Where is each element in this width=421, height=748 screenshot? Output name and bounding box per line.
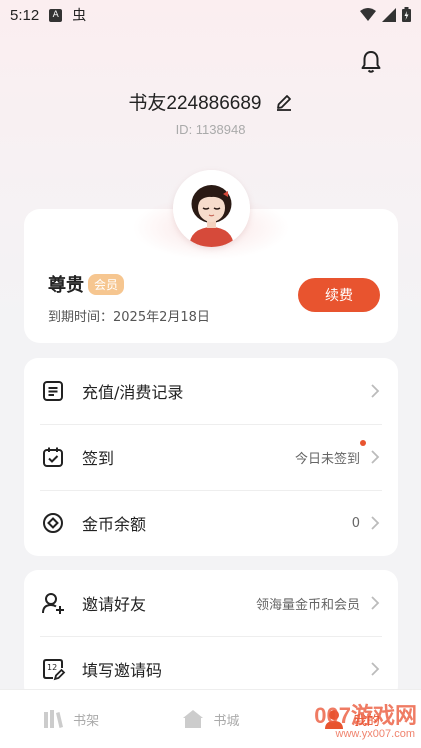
menu-item-recharge-records[interactable]: 充值/消费记录 (24, 358, 398, 424)
user-id: ID: 1138948 (175, 122, 246, 137)
svg-text:12: 12 (47, 663, 57, 672)
menu-item-check-in[interactable]: 签到 今日未签到 (24, 424, 398, 490)
notification-bell-icon[interactable] (359, 49, 383, 75)
menu-item-invite-friends[interactable]: 邀请好友 领海量金币和会员 (24, 570, 398, 636)
chevron-right-icon (371, 516, 380, 530)
status-right (360, 7, 411, 22)
nav-label: 书架 (73, 713, 100, 729)
menu-value: 0 (351, 515, 360, 531)
home-icon (183, 710, 204, 728)
menu-label: 邀请好友 (82, 595, 147, 614)
receipt-icon (43, 381, 63, 401)
menu-label: 金币余额 (82, 515, 147, 534)
bug-icon: 虫 (72, 8, 87, 24)
signal-icon (382, 7, 396, 22)
status-time: 5:12 (10, 6, 40, 24)
status-bar: 5:12 A 虫 (0, 0, 421, 30)
edit-pencil-icon[interactable] (275, 93, 293, 111)
menu-label: 充值/消费记录 (82, 383, 184, 402)
vip-level: 尊贵 (48, 275, 84, 296)
menu-value: 今日未签到 (294, 439, 366, 467)
chevron-right-icon (371, 596, 380, 610)
check-in-status: 今日未签到 (294, 451, 360, 467)
nav-bookstore[interactable]: 书城 (140, 707, 280, 731)
watermark-url: www.yx007.com (335, 728, 415, 740)
edit-code-icon: 12 (43, 659, 66, 681)
vip-title: 尊贵 会员 (48, 271, 125, 297)
add-user-icon (42, 593, 64, 614)
menu-item-coin-balance[interactable]: 金币余额 0 (24, 490, 398, 556)
menu-group-invite: 邀请好友 领海量金币和会员 12 填写邀请码 (24, 570, 398, 700)
calendar-check-icon (43, 447, 63, 467)
battery-icon (402, 7, 411, 22)
red-dot-badge (360, 439, 366, 446)
nav-label: 书城 (213, 713, 240, 729)
chevron-right-icon (371, 450, 380, 464)
username-row: 书友224886689 (0, 88, 421, 115)
avatar[interactable] (173, 170, 250, 247)
wifi-icon (360, 7, 376, 21)
username: 书友224886689 (128, 93, 262, 114)
vip-expire-date: 到期时间：2025年2月18日 (48, 310, 210, 325)
chevron-right-icon (371, 384, 380, 398)
watermark-logo: 007游戏网 (314, 703, 417, 728)
coin-icon (43, 513, 63, 533)
menu-label: 签到 (82, 449, 115, 468)
menu-label: 填写邀请码 (82, 661, 163, 680)
menu-group-account: 充值/消费记录 签到 今日未签到 金币余额 0 (24, 358, 398, 556)
bookshelf-icon (44, 710, 64, 728)
notification-a-icon: A (49, 8, 63, 22)
menu-value: 领海量金币和会员 (255, 597, 360, 613)
renew-button[interactable]: 续费 (298, 278, 380, 312)
vip-badge: 会员 (88, 273, 125, 295)
avatar-girl-icon (173, 170, 250, 247)
nav-bookshelf[interactable]: 书架 (0, 707, 140, 731)
chevron-right-icon (371, 662, 380, 676)
